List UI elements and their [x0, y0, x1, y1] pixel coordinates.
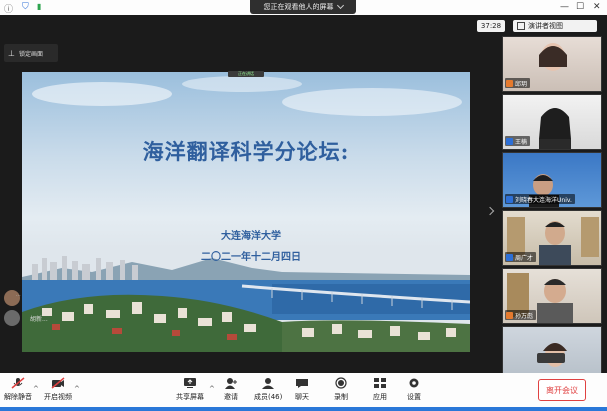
tile-label: 孙万彪 [505, 310, 537, 320]
pin-view-button[interactable]: ⊥ 锁定画面 [4, 44, 58, 62]
floating-name: 胡新... [30, 316, 48, 323]
start-video-label: 开启视频 [44, 393, 72, 401]
maximize-icon[interactable]: ☐ [576, 2, 584, 12]
record-icon [334, 377, 348, 389]
chevron-up-icon[interactable]: ^ [209, 385, 215, 393]
start-video-button[interactable]: 开启视频 [44, 377, 72, 402]
invite-label: 邀请 [224, 393, 238, 401]
apps-icon [373, 377, 387, 389]
tile-label: 刘晓春大连海洋Univ. [505, 194, 575, 204]
video-tile[interactable]: 刘晓春大连海洋Univ. [502, 152, 602, 208]
minimize-icon[interactable]: — [560, 2, 569, 12]
chat-icon [295, 377, 309, 389]
pin-icon: ⊥ [8, 48, 15, 58]
grid-view-icon [517, 22, 525, 30]
video-off-icon [51, 377, 65, 389]
close-icon[interactable]: ✕ [593, 2, 601, 12]
chat-label: 聊天 [295, 393, 309, 401]
chat-button[interactable]: 聊天 [295, 377, 309, 402]
video-tile[interactable]: 孙万彪 [502, 268, 602, 324]
tile-label: 邱玥 [505, 78, 531, 88]
share-banner-text: 您正在观看他人的屏幕 [263, 3, 334, 11]
settings-label: 设置 [407, 393, 421, 401]
mic-icon [506, 253, 513, 261]
slide-subtitle: 大连海洋大学 [221, 231, 281, 242]
speaker-view-button[interactable]: 演讲者视图 [513, 20, 597, 32]
unmute-button[interactable]: 解除静音 [4, 377, 32, 402]
slide-date: 二〇二一年十二月四日 [201, 252, 301, 263]
floating-name: ... [16, 292, 21, 298]
video-tile[interactable] [502, 326, 602, 374]
invite-button[interactable]: 邀请 [224, 377, 238, 402]
share-banner[interactable]: 您正在观看他人的屏幕 [250, 0, 356, 14]
gallery-scroll-down-button[interactable] [537, 353, 565, 363]
floating-avatar[interactable] [4, 310, 20, 326]
mic-icon [506, 137, 513, 145]
video-tile[interactable]: 邱玥 [502, 36, 602, 92]
chevron-up-icon[interactable]: ^ [33, 385, 39, 393]
unmute-label: 解除静音 [4, 393, 32, 401]
share-screen-button[interactable]: 共享屏幕 [176, 377, 204, 402]
bottom-accent-strip [0, 407, 607, 411]
participant-video [543, 343, 567, 367]
apps-label: 应用 [373, 393, 387, 401]
video-gallery: 邱玥 王楠 刘晓春大连海洋Univ. 周广才 孙万彪 [502, 36, 602, 376]
window-title-bar: ⓘ ⛉ ▮ 您正在观看他人的屏幕 — ☐ ✕ [0, 0, 607, 15]
video-tile[interactable]: 王楠 [502, 94, 602, 150]
signal-icon: ▮ [37, 2, 42, 11]
slide-title: 海洋翻译科学分论坛: [142, 139, 350, 164]
record-button[interactable]: 录制 [334, 377, 348, 402]
meeting-timer: 37:28 [477, 20, 505, 32]
participant-name: 邱玥 [515, 80, 528, 88]
participant-name: 周广才 [515, 254, 534, 262]
video-tile[interactable]: 周广才 [502, 210, 602, 266]
chevron-up-icon[interactable]: ^ [74, 385, 80, 393]
leave-meeting-button[interactable]: 离开会议 [538, 379, 586, 401]
participant-name: 王楠 [515, 138, 528, 146]
speaker-view-label: 演讲者视图 [528, 22, 563, 30]
mic-icon [506, 79, 513, 87]
share-screen-icon [183, 377, 197, 389]
shared-screen-slide: 海洋翻译科学分论坛: 大连海洋大学 二〇二一年十二月四日 [22, 72, 470, 352]
apps-button[interactable]: 应用 [373, 377, 387, 402]
meeting-controls-bar: 解除静音 ^ 开启视频 ^ 共享屏幕 ^ 邀请 成员(46) 聊天 录制 应用 … [0, 373, 607, 411]
share-screen-label: 共享屏幕 [176, 393, 204, 401]
gear-icon [407, 377, 421, 389]
participants-icon [261, 377, 275, 389]
mic-icon [506, 311, 513, 319]
mic-muted-icon [11, 377, 25, 389]
chevron-right-icon[interactable] [485, 206, 495, 216]
participants-label: 成员(46) [254, 393, 283, 401]
participants-button[interactable]: 成员(46) [254, 377, 282, 402]
tile-label: 周广才 [505, 252, 537, 262]
tile-label: 王楠 [505, 136, 531, 146]
record-label: 录制 [334, 393, 348, 401]
info-icon[interactable]: ⓘ [4, 2, 13, 15]
participant-name: 刘晓春大连海洋Univ. [515, 196, 572, 204]
security-shield-icon[interactable]: ⛉ [22, 2, 29, 12]
mic-icon [506, 195, 513, 203]
chevron-down-icon[interactable] [336, 1, 344, 10]
settings-button[interactable]: 设置 [407, 377, 421, 402]
participant-name: 孙万彪 [515, 312, 534, 320]
invite-icon [224, 377, 238, 389]
coastal-city-image [22, 76, 470, 352]
active-speaker-chip: 正在讲话 [228, 71, 264, 77]
pin-label: 锁定画面 [18, 50, 43, 58]
